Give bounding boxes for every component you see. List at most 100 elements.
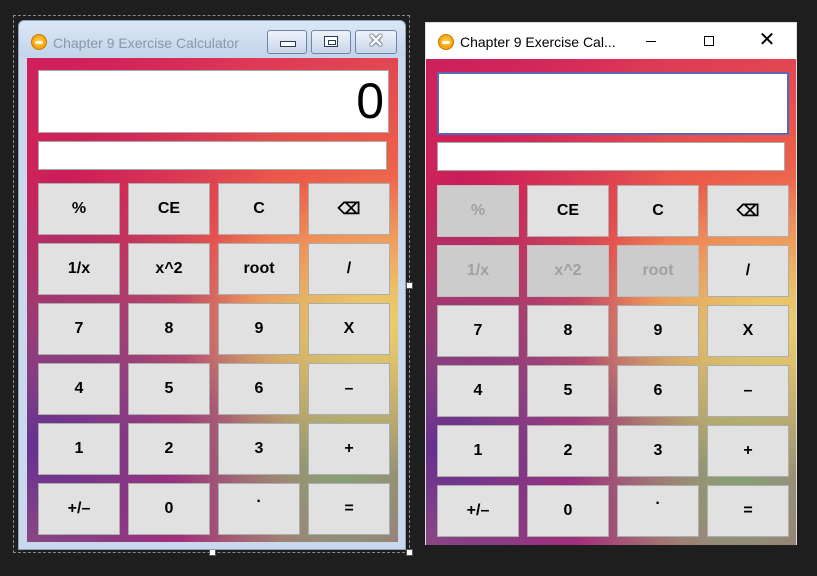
- multiply-button[interactable]: X: [707, 305, 789, 357]
- digit-0-button[interactable]: 0: [128, 483, 210, 535]
- digit-4-button[interactable]: 4: [437, 365, 519, 417]
- square-root-label: root: [642, 262, 674, 279]
- calculator-app-icon: [438, 34, 454, 50]
- digit-6-label: 6: [653, 382, 663, 399]
- digit-7-button[interactable]: 7: [437, 305, 519, 357]
- history-field[interactable]: [38, 141, 387, 170]
- subtract-label: –: [743, 382, 753, 399]
- history-field[interactable]: [437, 142, 785, 171]
- resize-handle-corner[interactable]: [406, 549, 413, 556]
- minimize-button[interactable]: [267, 30, 307, 54]
- digit-5-label: 5: [563, 382, 573, 399]
- maximize-button[interactable]: [686, 23, 732, 59]
- add-button[interactable]: +: [707, 425, 789, 477]
- clear-entry-label: CE: [157, 200, 181, 217]
- digit-2-label: 2: [563, 442, 573, 459]
- calculator-window-runtime: Chapter 9 Exercise Cal... ✕ % CE C ⌫ 1/x x^2 r…: [425, 22, 797, 545]
- decimal-point-button[interactable]: ·: [617, 485, 699, 537]
- subtract-button[interactable]: –: [707, 365, 789, 417]
- clear-button[interactable]: C: [218, 183, 300, 235]
- reciprocal-label: 1/x: [466, 262, 490, 279]
- digit-3-button[interactable]: 3: [617, 425, 699, 477]
- multiply-button[interactable]: X: [308, 303, 390, 355]
- clear-entry-label: CE: [556, 202, 580, 219]
- calculator-window-design: Chapter 9 Exercise Calculator ✕ 0 % CE C ⌫ 1…: [18, 20, 406, 550]
- digit-9-button[interactable]: 9: [617, 305, 699, 357]
- digit-4-label: 4: [74, 380, 84, 397]
- digit-9-label: 9: [653, 322, 663, 339]
- digit-3-label: 3: [653, 442, 663, 459]
- digit-2-button[interactable]: 2: [527, 425, 609, 477]
- percent-label: %: [470, 202, 486, 219]
- reciprocal-button[interactable]: 1/x: [437, 245, 519, 297]
- digit-8-button[interactable]: 8: [128, 303, 210, 355]
- title-bar[interactable]: Chapter 9 Exercise Cal... ✕: [426, 23, 796, 60]
- square-button[interactable]: x^2: [527, 245, 609, 297]
- clear-entry-button[interactable]: CE: [527, 185, 609, 237]
- digit-7-label: 7: [74, 320, 84, 337]
- clear-label: C: [253, 200, 265, 217]
- square-label: x^2: [155, 260, 183, 277]
- window-title: Chapter 9 Exercise Cal...: [460, 34, 616, 50]
- square-root-button[interactable]: root: [617, 245, 699, 297]
- square-label: x^2: [554, 262, 582, 279]
- digit-5-button[interactable]: 5: [527, 365, 609, 417]
- digit-4-button[interactable]: 4: [38, 363, 120, 415]
- close-icon: ✕: [368, 31, 384, 52]
- square-root-label: root: [243, 260, 275, 277]
- divide-label: /: [346, 260, 352, 277]
- close-button[interactable]: ✕: [355, 30, 397, 54]
- result-display[interactable]: 0: [38, 70, 389, 133]
- digit-9-button[interactable]: 9: [218, 303, 300, 355]
- digit-7-button[interactable]: 7: [38, 303, 120, 355]
- backspace-button[interactable]: ⌫: [308, 183, 390, 235]
- equals-button[interactable]: =: [308, 483, 390, 535]
- resize-handle-right[interactable]: [406, 282, 413, 289]
- negate-button[interactable]: +/–: [437, 485, 519, 537]
- minimize-button[interactable]: [628, 23, 674, 59]
- multiply-label: X: [343, 320, 355, 337]
- digit-8-button[interactable]: 8: [527, 305, 609, 357]
- digit-6-button[interactable]: 6: [617, 365, 699, 417]
- digit-6-button[interactable]: 6: [218, 363, 300, 415]
- digit-1-button[interactable]: 1: [38, 423, 120, 475]
- divide-label: /: [745, 262, 751, 279]
- decimal-point-label: ·: [655, 495, 661, 512]
- multiply-label: X: [742, 322, 754, 339]
- close-button[interactable]: ✕: [744, 23, 790, 59]
- digit-5-label: 5: [164, 380, 174, 397]
- digit-3-button[interactable]: 3: [218, 423, 300, 475]
- decimal-point-label: ·: [256, 493, 262, 510]
- backspace-button[interactable]: ⌫: [707, 185, 789, 237]
- backspace-label: ⌫: [337, 201, 361, 218]
- decimal-point-button[interactable]: ·: [218, 483, 300, 535]
- square-root-button[interactable]: root: [218, 243, 300, 295]
- backspace-label: ⌫: [736, 203, 760, 220]
- divide-button[interactable]: /: [308, 243, 390, 295]
- divide-button[interactable]: /: [707, 245, 789, 297]
- digit-0-button[interactable]: 0: [527, 485, 609, 537]
- reciprocal-button[interactable]: 1/x: [38, 243, 120, 295]
- resize-handle-bottom[interactable]: [209, 549, 216, 556]
- clear-entry-button[interactable]: CE: [128, 183, 210, 235]
- equals-label: =: [743, 502, 753, 519]
- digit-8-label: 8: [563, 322, 573, 339]
- reciprocal-label: 1/x: [67, 260, 91, 277]
- maximize-button[interactable]: [311, 30, 351, 54]
- digit-0-label: 0: [164, 500, 174, 517]
- percent-button[interactable]: %: [38, 183, 120, 235]
- clear-button[interactable]: C: [617, 185, 699, 237]
- equals-button[interactable]: =: [707, 485, 789, 537]
- negate-button[interactable]: +/–: [38, 483, 120, 535]
- percent-button[interactable]: %: [437, 185, 519, 237]
- subtract-button[interactable]: –: [308, 363, 390, 415]
- square-button[interactable]: x^2: [128, 243, 210, 295]
- digit-2-button[interactable]: 2: [128, 423, 210, 475]
- equals-label: =: [344, 500, 354, 517]
- digit-5-button[interactable]: 5: [128, 363, 210, 415]
- percent-label: %: [71, 200, 87, 217]
- add-button[interactable]: +: [308, 423, 390, 475]
- title-bar[interactable]: Chapter 9 Exercise Calculator ✕: [19, 21, 405, 57]
- digit-1-button[interactable]: 1: [437, 425, 519, 477]
- result-display[interactable]: [437, 72, 789, 135]
